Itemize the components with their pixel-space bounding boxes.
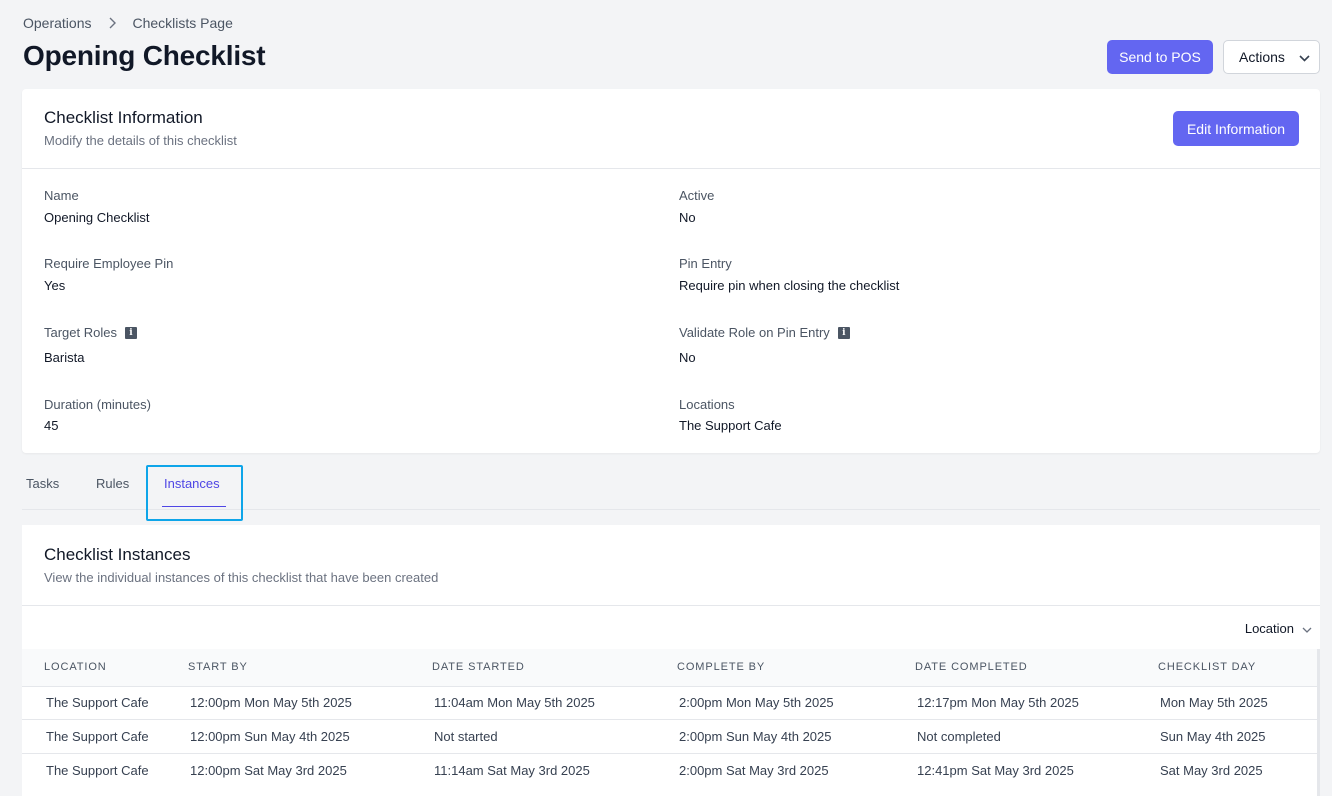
cell-date-started: 11:14am Sat May 3rd 2025 [410, 752, 655, 787]
tab-rules[interactable]: Rules [96, 476, 129, 491]
locations-label: Locations [679, 397, 735, 412]
edit-information-button[interactable]: Edit Information [1173, 111, 1299, 146]
cell-start-by: 12:00pm Sun May 4th 2025 [166, 719, 410, 754]
actions-label: Actions [1239, 49, 1285, 65]
cell-date-completed: 12:41pm Sat May 3rd 2025 [893, 752, 1136, 787]
cell-start-by: 12:00pm Sat May 3rd 2025 [166, 752, 410, 787]
active-value: No [679, 210, 696, 225]
active-tab-indicator [162, 506, 226, 507]
target-roles-value: Barista [44, 350, 85, 365]
breadcrumb-checklists-page[interactable]: Checklists Page [132, 15, 232, 31]
column-header-location[interactable]: Location [22, 649, 166, 686]
actions-dropdown-button[interactable]: Actions [1223, 40, 1320, 74]
cell-location: The Support Cafe [22, 752, 166, 787]
cell-start-by: 12:00pm Mon May 5th 2025 [166, 685, 410, 720]
validate-role-label: Validate Role on Pin Entry [679, 325, 830, 340]
cell-checklist-day: Mon May 5th 2025 [1136, 685, 1317, 720]
cell-date-completed: Not completed [893, 719, 1136, 754]
target-roles-label-group: Target Roles i [44, 325, 137, 340]
checklist-instances-card: Checklist Instances View the individual … [22, 525, 1320, 796]
table-row[interactable]: The Support Cafe 12:00pm Sat May 3rd 202… [22, 752, 1317, 787]
chevron-down-icon [1302, 621, 1312, 636]
duration-value: 45 [44, 418, 59, 433]
cell-complete-by: 2:00pm Sun May 4th 2025 [655, 719, 893, 754]
instances-table: Location Start By Date Started Complete … [22, 649, 1317, 787]
cell-date-started: Not started [410, 719, 655, 754]
column-header-date-completed[interactable]: Date Completed [893, 649, 1136, 686]
locations-value: The Support Cafe [679, 418, 782, 433]
card-subtitle: View the individual instances of this ch… [44, 570, 439, 585]
cell-location: The Support Cafe [22, 685, 166, 720]
card-subtitle: Modify the details of this checklist [44, 133, 237, 148]
cell-date-completed: 12:17pm Mon May 5th 2025 [893, 685, 1136, 720]
require-pin-value: Yes [44, 278, 66, 293]
tab-tasks[interactable]: Tasks [26, 476, 59, 491]
card-title: Checklist Information [44, 108, 203, 127]
tab-instances[interactable]: Instances [164, 476, 220, 491]
page-title: Opening Checklist [23, 40, 266, 71]
send-to-pos-button[interactable]: Send to POS [1107, 40, 1213, 74]
breadcrumb-operations[interactable]: Operations [23, 15, 91, 31]
location-filter[interactable]: Location [1245, 621, 1312, 636]
name-value: Opening Checklist [44, 210, 150, 225]
divider [22, 168, 1320, 169]
info-icon[interactable]: i [837, 326, 850, 339]
table-header-row: Location Start By Date Started Complete … [22, 649, 1317, 686]
cell-date-started: 11:04am Mon May 5th 2025 [410, 685, 655, 720]
active-label: Active [679, 188, 715, 203]
duration-label: Duration (minutes) [44, 397, 151, 412]
column-header-start-by[interactable]: Start By [166, 649, 410, 686]
card-title: Checklist Instances [44, 545, 191, 564]
name-label: Name [44, 188, 79, 203]
tab-focus-ring [146, 465, 243, 521]
require-pin-label: Require Employee Pin [44, 256, 174, 271]
column-header-date-started[interactable]: Date Started [410, 649, 655, 686]
cell-checklist-day: Sat May 3rd 2025 [1136, 752, 1317, 787]
column-header-checklist-day[interactable]: Checklist Day [1136, 649, 1317, 686]
target-roles-label: Target Roles [44, 325, 117, 340]
chevron-right-icon [108, 17, 117, 29]
table-row[interactable]: The Support Cafe 12:00pm Sun May 4th 202… [22, 719, 1317, 754]
validate-role-label-group: Validate Role on Pin Entry i [679, 325, 850, 340]
location-filter-label: Location [1244, 621, 1294, 636]
checklist-information-card: Checklist Information Modify the details… [22, 89, 1320, 453]
pin-entry-label: Pin Entry [679, 256, 732, 271]
cell-complete-by: 2:00pm Sat May 3rd 2025 [655, 752, 893, 787]
cell-complete-by: 2:00pm Mon May 5th 2025 [655, 685, 893, 720]
cell-location: The Support Cafe [22, 719, 166, 754]
breadcrumb: Operations Checklists Page [23, 15, 233, 31]
column-header-complete-by[interactable]: Complete By [655, 649, 893, 686]
cell-checklist-day: Sun May 4th 2025 [1136, 719, 1317, 754]
info-icon[interactable]: i [124, 326, 137, 339]
validate-role-value: No [679, 350, 696, 365]
table-row[interactable]: The Support Cafe 12:00pm Mon May 5th 202… [22, 685, 1317, 720]
divider [22, 605, 1320, 606]
scrollbar[interactable] [1317, 649, 1320, 796]
chevron-down-icon [1299, 49, 1310, 65]
pin-entry-value: Require pin when closing the checklist [679, 278, 900, 293]
tab-bar: Tasks Rules Instances [22, 464, 1320, 521]
